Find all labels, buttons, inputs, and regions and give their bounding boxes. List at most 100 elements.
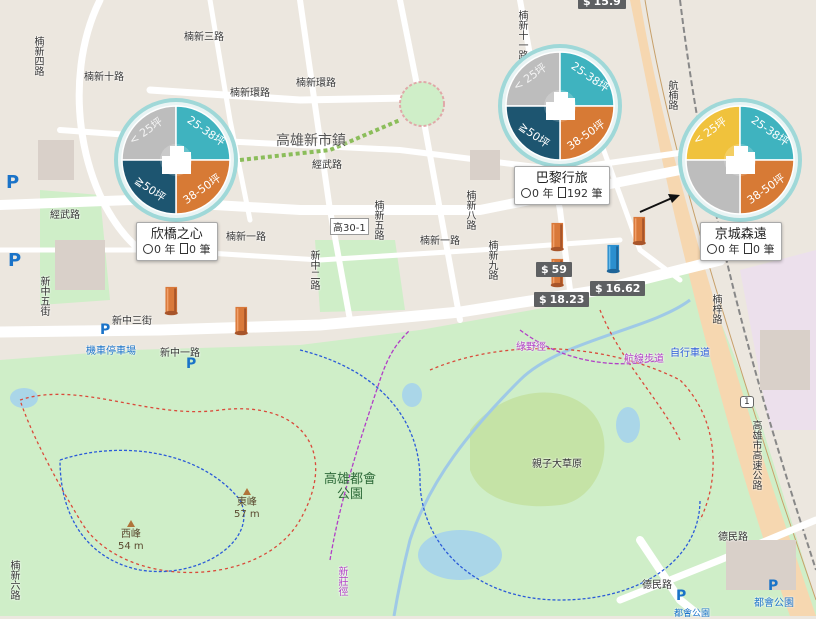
building-marker-blue[interactable] (606, 236, 622, 280)
building-icon-part (734, 146, 748, 174)
project-years: 0 年 (154, 243, 176, 256)
parking-icon[interactable]: P (6, 172, 19, 193)
road-label: 德民路 (642, 580, 672, 591)
document-icon (180, 243, 188, 254)
clock-icon (143, 244, 153, 254)
peak-name: 西峰 (120, 529, 141, 540)
lawn-label: 親子大草原 (532, 459, 582, 470)
road-label: 新中二路 (308, 250, 319, 290)
project-stats: 0 年 192 筆 (521, 187, 603, 201)
building-icon-part (162, 156, 170, 174)
cluster-pie: < 25坪 25-38坪38-50坪≧50坪 (498, 44, 622, 168)
peak-height: 57 m (234, 509, 260, 520)
pond (418, 530, 502, 580)
road-label: 楠新三路 (184, 32, 224, 43)
parking-icon[interactable]: P (186, 356, 196, 372)
road-label: 楠新五路 (372, 200, 383, 240)
price-value: 59 (551, 263, 567, 276)
road-label: 綠野徑 (516, 342, 546, 353)
building-icon-part (568, 98, 575, 120)
price-value: 16.62 (605, 282, 641, 295)
parking-icon[interactable]: P (100, 322, 110, 338)
road-label: 楠新九路 (486, 240, 497, 280)
road-label: 經武路 (312, 160, 342, 171)
project-stats: 0 年 0 筆 (143, 243, 211, 257)
peak-west: 西峰 54 m (118, 520, 144, 553)
project-years: 0 年 (718, 243, 740, 256)
building-icon-part (748, 152, 755, 174)
peak-icon (126, 520, 135, 527)
info-box-jingcheng[interactable]: 京城森遠 0 年 0 筆 (700, 222, 782, 261)
cluster-jingcheng[interactable]: < 25坪 25-38坪 38-50坪 (678, 98, 802, 222)
building-marker-orange[interactable] (164, 278, 180, 322)
building-icon-part (546, 102, 554, 120)
building-marker-orange[interactable] (234, 298, 250, 342)
building-icon-part (726, 156, 734, 174)
park-name-label: 高雄都會公園 (318, 472, 382, 502)
building-marker-orange[interactable] (632, 208, 648, 252)
project-count: 0 筆 (189, 243, 211, 256)
building-icon-part (554, 92, 568, 120)
road-label: 新中三街 (112, 316, 152, 327)
project-years: 0 年 (532, 187, 554, 200)
document-icon (558, 187, 566, 198)
parking-icon[interactable]: P (8, 250, 21, 271)
project-count: 192 筆 (567, 187, 603, 200)
road-label: 自行車道 (670, 348, 710, 359)
road-label: 楠新一路 (420, 236, 460, 247)
building-icon-part (170, 146, 184, 174)
road (397, 0, 463, 323)
peak-height: 54 m (118, 541, 144, 552)
road-label: 航楠路 (666, 80, 677, 110)
station-partial-label: 都會公園 (674, 609, 711, 619)
building-block (38, 140, 74, 180)
peak-icon (242, 488, 251, 495)
cluster-pie: < 25坪 25-38坪38-50坪≧50坪 (114, 98, 238, 222)
pond (10, 388, 38, 408)
building-block (760, 330, 810, 390)
price-tag[interactable]: $15.9 (578, 0, 626, 9)
price-tag[interactable]: $18.23 (534, 292, 590, 307)
info-box-bali[interactable]: 巴黎行旅 0 年 192 筆 (514, 166, 610, 205)
cluster-pie: < 25坪 25-38坪38-50坪 (678, 98, 802, 222)
price-tag[interactable]: $16.62 (590, 281, 646, 296)
cluster-bali[interactable]: < 25坪 25-38坪 38-50坪 ≧50坪 (498, 44, 622, 168)
dollar-icon: $ (541, 263, 549, 276)
road-label: 經武路 (50, 210, 80, 221)
road-label: 楠新八路 (464, 190, 475, 230)
project-name: 欣橋之心 (150, 227, 203, 242)
pond (402, 383, 422, 407)
building-icon-part (184, 152, 191, 174)
price-value: 15.9 (593, 0, 621, 8)
parking-icon[interactable]: P (676, 588, 686, 604)
cluster-xin-qiao[interactable]: < 25坪 25-38坪 38-50坪 ≧50坪 (114, 98, 238, 222)
dollar-icon: $ (583, 0, 591, 8)
road-label: 楠新十路 (84, 72, 124, 83)
document-icon (744, 243, 752, 254)
peak-east: 東峰 57 m (234, 488, 260, 521)
project-count: 0 筆 (753, 243, 775, 256)
road-label: 楠新環路 (230, 88, 270, 99)
road-label: 新中五街 (38, 276, 49, 316)
building-block (55, 240, 105, 290)
clock-icon (521, 188, 531, 198)
project-stats: 0 年 0 筆 (707, 243, 775, 257)
peak-name: 東峰 (236, 497, 257, 508)
project-name: 巴黎行旅 (535, 171, 588, 186)
road-label: 德民路 (718, 532, 748, 543)
road-label: 楠新四路 (32, 36, 43, 76)
dollar-icon: $ (595, 282, 603, 295)
scooter-parking-label: 機車停車場 (86, 346, 136, 357)
road-label: 楠新環路 (296, 78, 336, 89)
price-tag[interactable]: $59 (536, 262, 572, 277)
info-box-xin-qiao[interactable]: 欣橋之心 0 年 0 筆 (136, 222, 218, 261)
dollar-icon: $ (539, 293, 547, 306)
road-label: 楠梓路 (710, 294, 721, 324)
road-label: 高30-1 (330, 218, 369, 235)
parking-icon[interactable]: P (768, 578, 778, 594)
building-block (470, 150, 500, 180)
park-area-top (315, 240, 405, 312)
route-shield: 1 (740, 396, 754, 408)
area-label-new-town: 高雄新市鎮 (276, 133, 346, 149)
road-label: 新莊徑 (336, 566, 347, 596)
